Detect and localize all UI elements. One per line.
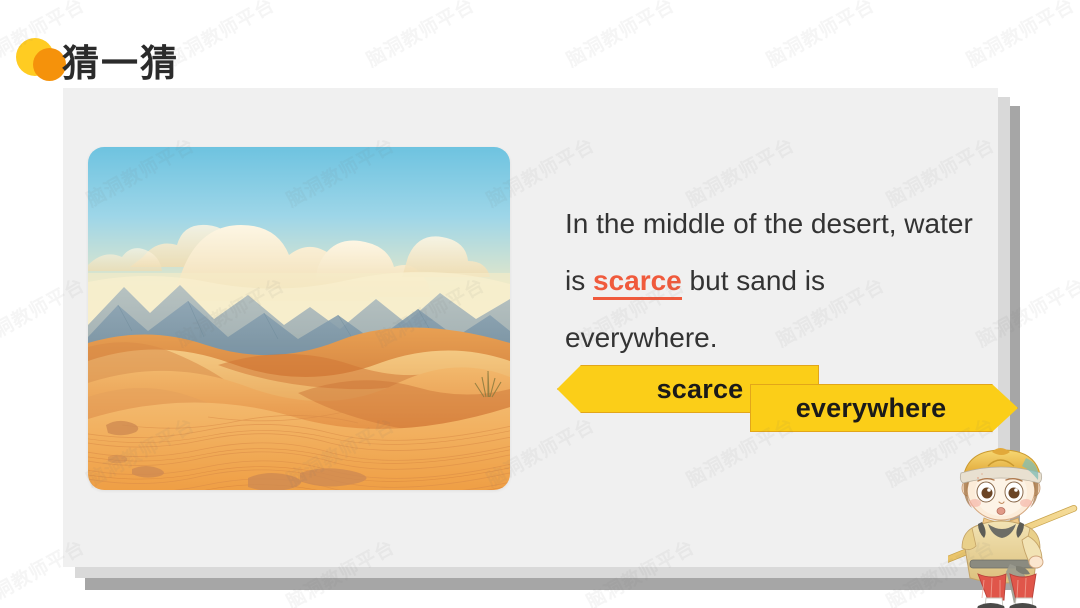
keyword-scarce: scarce [593,265,682,300]
page-title: 猜一猜 [62,42,179,85]
answer-banner-scarce-label: scarce [656,373,744,404]
desert-illustration [88,147,510,490]
page-header: 猜一猜 [0,0,1080,110]
answer-banner-everywhere-label: everywhere [795,392,947,423]
monkey-king-character [948,440,1080,608]
sentence-text: In the middle of the desert, water is sc… [565,195,975,366]
answer-banner-everywhere[interactable]: everywhere [750,384,1018,432]
